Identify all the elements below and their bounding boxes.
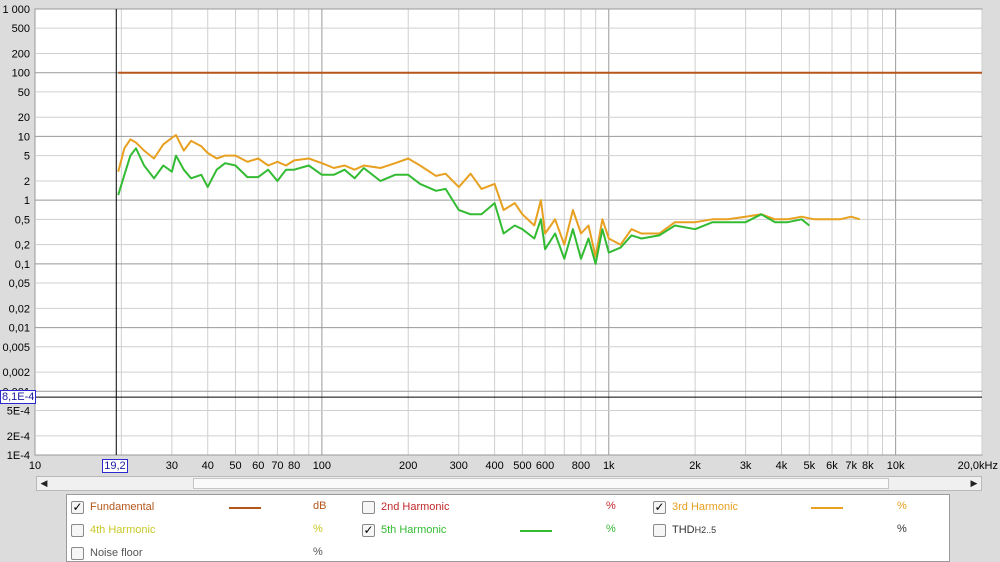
x-tick-label: 1k xyxy=(603,460,615,472)
legend-label: Noise floor xyxy=(90,547,143,559)
legend-label: 5th Harmonic xyxy=(381,524,447,536)
x-tick-label: 2k xyxy=(689,460,701,472)
x-tick-label: 800 xyxy=(572,460,590,472)
legend-label: THD xyxy=(672,524,695,536)
legend-label-subscript: H2..5 xyxy=(694,525,717,535)
legend-label: 4th Harmonic xyxy=(90,524,156,536)
x-tick-label: 8k xyxy=(862,460,874,472)
horizontal-scrollbar[interactable]: ◀ ▶ xyxy=(36,476,982,491)
legend-panel: ✓ Fundamental dB 2nd Harmonic% ✓ 3rd Harmonic… xyxy=(66,494,950,562)
y-tick-label: 0,5 xyxy=(15,214,30,226)
x-tick-label: 200 xyxy=(399,460,417,472)
x-tick-label: 500 xyxy=(513,460,531,472)
y-tick-label: 0,005 xyxy=(2,342,30,354)
4th-harmonic-checkbox[interactable] xyxy=(71,523,84,537)
5th-harmonic-checkbox[interactable]: ✓ xyxy=(362,523,375,537)
y-tick-label: 20 xyxy=(18,112,30,124)
2nd-harmonic-checkbox[interactable] xyxy=(362,500,375,514)
fundamental-checkbox[interactable]: ✓ xyxy=(71,500,84,514)
y-tick-label: 10 xyxy=(18,131,30,143)
y-tick-label: 5 xyxy=(24,151,30,163)
x-tick-label: 60 xyxy=(252,460,264,472)
cursor-y-readout: 8,1E-4 xyxy=(0,390,37,405)
legend-swatch-5th-harmonic xyxy=(520,530,552,532)
y-tick-label: 1 000 xyxy=(2,4,30,16)
legend-unit-4th-harmonic: % xyxy=(313,523,323,535)
legend-item-4th-harmonic[interactable]: 4th Harmonic xyxy=(71,521,155,539)
legend-unit-thd: % xyxy=(897,523,907,535)
distortion-chart: 1 000 500 200 100 50 20 10 5 2 1 0,5 0,2 0,1 0,05 0,02… xyxy=(2,4,998,472)
x-tick-label: 300 xyxy=(450,460,468,472)
x-tick-label: 4k xyxy=(776,460,788,472)
y-tick-label: 50 xyxy=(18,87,30,99)
y-tick-label: 0,05 xyxy=(9,278,30,290)
y-tick-label: 100 xyxy=(12,68,30,80)
scroll-right-arrow-icon[interactable]: ▶ xyxy=(967,477,981,490)
x-tick-label: 400 xyxy=(485,460,503,472)
y-tick-label: 1 xyxy=(24,195,30,207)
legend-label: 3rd Harmonic xyxy=(672,501,739,513)
legend-item-5th-harmonic[interactable]: ✓ 5th Harmonic xyxy=(362,521,446,539)
x-tick-label: 50 xyxy=(229,460,241,472)
x-tick-label: 10 xyxy=(29,460,41,472)
plot-area[interactable] xyxy=(34,8,983,456)
legend-item-thd[interactable]: THD H2..5 xyxy=(653,521,716,539)
legend-item-noise-floor[interactable]: Noise floor xyxy=(71,544,143,562)
x-tick-label: 7k xyxy=(845,460,857,472)
3rd-harmonic-checkbox[interactable]: ✓ xyxy=(653,500,666,514)
legend-unit-5th-harmonic: % xyxy=(606,523,616,535)
check-icon: ✓ xyxy=(363,523,374,537)
legend-unit-fundamental: dB xyxy=(313,500,327,512)
y-tick-label: 0,1 xyxy=(15,259,30,271)
x-tick-label: 80 xyxy=(288,460,300,472)
legend-item-2nd-harmonic[interactable]: 2nd Harmonic xyxy=(362,498,449,516)
y-tick-label: 500 xyxy=(12,23,30,35)
noise-floor-checkbox[interactable] xyxy=(71,546,84,560)
legend-swatch-3rd-harmonic xyxy=(811,507,843,509)
x-tick-label: 20,0kHz xyxy=(958,460,998,472)
legend-unit-noise-floor: % xyxy=(313,546,323,558)
y-tick-label: 0,2 xyxy=(15,240,30,252)
legend-unit-2nd-harmonic: % xyxy=(606,500,616,512)
scroll-thumb[interactable] xyxy=(193,478,889,489)
scroll-left-arrow-icon[interactable]: ◀ xyxy=(37,477,51,490)
check-icon: ✓ xyxy=(654,500,665,514)
legend-unit-3rd-harmonic: % xyxy=(897,500,907,512)
x-tick-label: 40 xyxy=(202,460,214,472)
legend-item-3rd-harmonic[interactable]: ✓ 3rd Harmonic xyxy=(653,498,738,516)
y-tick-label: 0,01 xyxy=(9,323,30,335)
y-tick-label: 0,002 xyxy=(2,367,30,379)
x-tick-label: 30 xyxy=(166,460,178,472)
thd-checkbox[interactable] xyxy=(653,523,666,537)
x-tick-label: 3k xyxy=(740,460,752,472)
y-tick-label: 2 xyxy=(24,176,30,188)
y-tick-label: 5E-4 xyxy=(7,405,30,417)
x-tick-label: 70 xyxy=(271,460,283,472)
legend-label: 2nd Harmonic xyxy=(381,501,450,513)
y-tick-label: 0,02 xyxy=(9,303,30,315)
check-icon: ✓ xyxy=(72,500,83,514)
x-tick-label: 6k xyxy=(826,460,838,472)
x-tick-label: 600 xyxy=(536,460,554,472)
legend-label: Fundamental xyxy=(90,501,155,513)
y-tick-label: 200 xyxy=(12,49,30,61)
legend-item-fundamental[interactable]: ✓ Fundamental xyxy=(71,498,154,516)
legend-swatch-fundamental xyxy=(229,507,261,509)
y-tick-label: 1E-4 xyxy=(7,450,30,462)
y-tick-label: 2E-4 xyxy=(7,431,30,443)
x-tick-label: 5k xyxy=(803,460,815,472)
x-tick-label: 10k xyxy=(887,460,905,472)
x-tick-label: 100 xyxy=(313,460,331,472)
cursor-x-readout: 19,2 xyxy=(102,459,128,473)
